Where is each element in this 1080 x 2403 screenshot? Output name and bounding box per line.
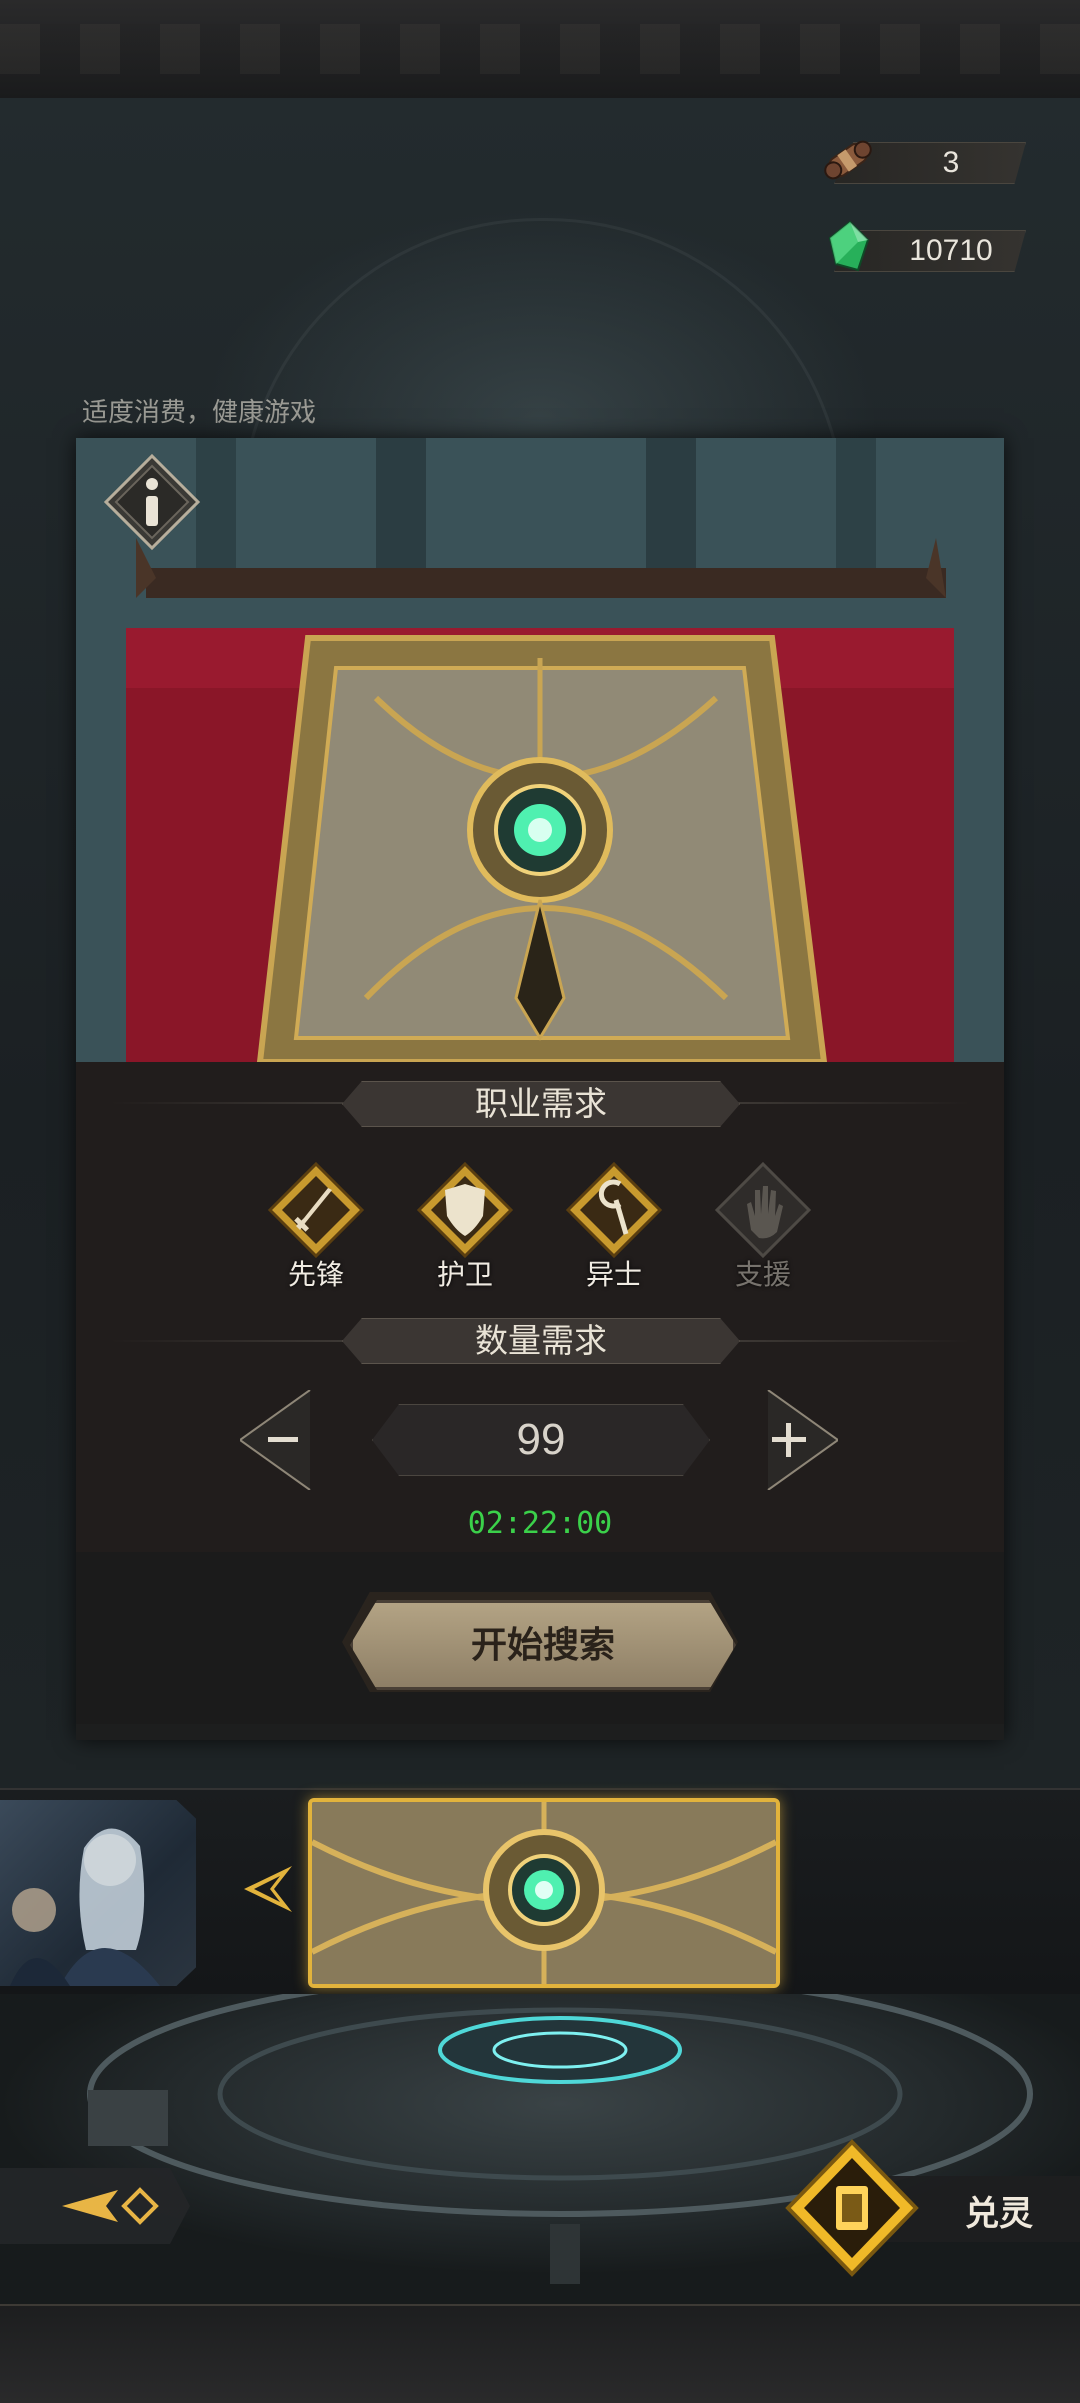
shield-icon — [416, 1161, 514, 1259]
class-mystic[interactable]: 异士 — [554, 1160, 674, 1293]
green-crystal-icon[interactable] — [822, 218, 878, 274]
selected-banner-thumbnail[interactable] — [308, 1798, 780, 1988]
exchange-button[interactable] — [780, 2138, 1080, 2278]
scroll-icon[interactable] — [820, 132, 876, 188]
hand-icon — [714, 1161, 812, 1259]
sword-icon — [267, 1161, 365, 1259]
scroll-left-button[interactable] — [240, 1862, 296, 1916]
currency-value-crystal: 10710 — [909, 234, 993, 267]
info-icon — [103, 453, 201, 551]
plus-icon — [767, 1389, 839, 1491]
quantity-requirement-title: 数量需求 — [342, 1318, 740, 1364]
golden-card-icon — [785, 2139, 919, 2277]
staff-icon — [565, 1161, 663, 1259]
chevron-left-icon — [244, 1866, 292, 1912]
bottom-ornament-bar — [0, 2304, 1080, 2403]
decrease-button[interactable] — [239, 1389, 330, 1491]
minus-icon — [239, 1389, 311, 1491]
top-ornament-pattern — [0, 24, 1080, 74]
top-ornament-bar — [0, 0, 1080, 100]
info-button[interactable] — [102, 452, 202, 552]
class-guardian[interactable]: 护卫 — [405, 1160, 525, 1293]
currency-value-scroll: 3 — [942, 146, 960, 179]
quantity-value: 99 — [372, 1404, 710, 1476]
class-vanguard[interactable]: 先锋 — [256, 1160, 376, 1293]
healthy-gaming-tip: 适度消费，健康游戏 — [82, 397, 317, 427]
class-support[interactable]: 支援 — [703, 1160, 823, 1293]
exchange-label: 兑灵 — [965, 2195, 1033, 2233]
increase-button[interactable] — [748, 1389, 839, 1491]
previous-banner-thumbnail[interactable] — [0, 1800, 196, 1986]
back-nav-button[interactable] — [0, 2160, 190, 2252]
class-requirement-title: 职业需求 — [342, 1081, 740, 1127]
requirements-panel — [76, 1062, 1004, 1552]
book-illustration — [76, 438, 1004, 1062]
character-portrait-icon — [10, 1828, 160, 1986]
arrow-left-icon — [0, 2168, 190, 2244]
countdown-timer: 02:22:00 — [467, 1506, 613, 1541]
start-search-button[interactable]: 开始搜索 — [350, 1600, 736, 1690]
